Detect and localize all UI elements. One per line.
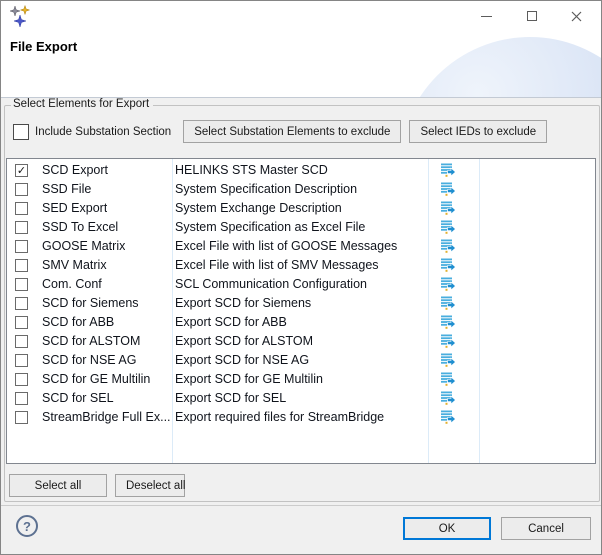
row-name: GOOSE Matrix: [42, 239, 125, 253]
export-file-icon: [440, 352, 456, 368]
export-file-icon: [440, 162, 456, 178]
export-file-icon: [440, 238, 456, 254]
row-name: SCD for ALSTOM: [42, 334, 140, 348]
row-checkbox[interactable]: [15, 411, 28, 424]
file-export-dialog: File Export Select Elements for Export I…: [0, 0, 602, 555]
table-row[interactable]: SCD for NSE AG Export SCD for NSE AG: [7, 351, 595, 370]
export-file-icon: [440, 219, 456, 235]
export-file-icon: [440, 181, 456, 197]
select-ieds-button[interactable]: Select IEDs to exclude: [409, 120, 547, 143]
table-row[interactable]: StreamBridge Full Ex... Export required f…: [7, 408, 595, 427]
close-button[interactable]: [554, 1, 599, 31]
row-name: SCD for GE Multilin: [42, 372, 150, 386]
row-name: SCD Export: [42, 163, 108, 177]
export-file-icon: [440, 200, 456, 216]
row-description: System Specification as Excel File: [175, 220, 365, 234]
checkbox-box[interactable]: [13, 124, 29, 140]
row-checkbox[interactable]: [15, 221, 28, 234]
row-description: SCL Communication Configuration: [175, 277, 367, 291]
row-checkbox[interactable]: [15, 259, 28, 272]
export-file-icon: [440, 333, 456, 349]
row-description: System Specification Description: [175, 182, 357, 196]
row-description: System Exchange Description: [175, 201, 342, 215]
row-description: Excel File with list of SMV Messages: [175, 258, 379, 272]
list-actions: Select all Deselect all: [9, 474, 185, 497]
row-name: Com. Conf: [42, 277, 102, 291]
row-name: SSD To Excel: [42, 220, 118, 234]
row-checkbox[interactable]: [15, 297, 28, 310]
row-checkbox[interactable]: [15, 183, 28, 196]
row-checkbox[interactable]: [15, 316, 28, 329]
table-row[interactable]: SSD To Excel System Specification as Exce…: [7, 218, 595, 237]
row-description: Export SCD for GE Multilin: [175, 372, 323, 386]
export-table[interactable]: ✓ SCD Export HELINKS STS Master SCD SSD Fil…: [6, 158, 596, 464]
row-checkbox[interactable]: [15, 354, 28, 367]
include-substation-label: Include Substation Section: [35, 126, 171, 138]
header-decoration: [399, 37, 601, 98]
table-row[interactable]: SSD File System Specification Description: [7, 180, 595, 199]
row-description: Excel File with list of GOOSE Messages: [175, 239, 397, 253]
options-row: Include Substation Section Select Substa…: [13, 120, 555, 143]
row-name: SSD File: [42, 182, 91, 196]
row-description: Export SCD for ABB: [175, 315, 287, 329]
table-row[interactable]: ✓ SCD Export HELINKS STS Master SCD: [7, 161, 595, 180]
window-controls: [464, 1, 599, 31]
cancel-button[interactable]: Cancel: [501, 517, 591, 540]
row-checkbox[interactable]: [15, 240, 28, 253]
row-name: SMV Matrix: [42, 258, 107, 272]
export-file-icon: [440, 276, 456, 292]
row-description: Export required files for StreamBridge: [175, 410, 384, 424]
app-sparkles-icon: [9, 5, 31, 27]
export-file-icon: [440, 409, 456, 425]
row-name: SCD for SEL: [42, 391, 114, 405]
help-button[interactable]: ?: [16, 515, 38, 537]
export-file-icon: [440, 314, 456, 330]
minimize-button[interactable]: [464, 1, 509, 31]
row-name: SCD for NSE AG: [42, 353, 136, 367]
include-substation-checkbox[interactable]: Include Substation Section: [13, 124, 171, 140]
row-checkbox[interactable]: [15, 392, 28, 405]
question-mark-icon: ?: [23, 519, 31, 534]
ok-button[interactable]: OK: [403, 517, 491, 540]
row-name: SCD for Siemens: [42, 296, 139, 310]
row-name: StreamBridge Full Ex...: [42, 410, 170, 424]
row-description: Export SCD for Siemens: [175, 296, 311, 310]
maximize-button[interactable]: [509, 1, 554, 31]
table-row[interactable]: Com. Conf SCL Communication Configuration: [7, 275, 595, 294]
dialog-banner: File Export: [1, 1, 601, 98]
table-row[interactable]: SMV Matrix Excel File with list of SMV Me…: [7, 256, 595, 275]
select-substation-elements-button[interactable]: Select Substation Elements to exclude: [183, 120, 401, 143]
table-row[interactable]: GOOSE Matrix Excel File with list of GOOS…: [7, 237, 595, 256]
export-file-icon: [440, 390, 456, 406]
row-name: SED Export: [42, 201, 107, 215]
export-file-icon: [440, 295, 456, 311]
table-row[interactable]: SCD for ABB Export SCD for ABB: [7, 313, 595, 332]
row-name: SCD for ABB: [42, 315, 114, 329]
row-description: Export SCD for NSE AG: [175, 353, 309, 367]
select-all-button[interactable]: Select all: [9, 474, 107, 497]
footer-separator: [1, 505, 601, 506]
table-row[interactable]: SCD for SEL Export SCD for SEL: [7, 389, 595, 408]
table-row[interactable]: SCD for Siemens Export SCD for Siemens: [7, 294, 595, 313]
export-file-icon: [440, 371, 456, 387]
row-description: HELINKS STS Master SCD: [175, 163, 328, 177]
table-row[interactable]: SED Export System Exchange Description: [7, 199, 595, 218]
row-checkbox[interactable]: [15, 335, 28, 348]
close-icon: [571, 11, 582, 22]
row-checkbox[interactable]: [15, 373, 28, 386]
page-title: File Export: [10, 39, 77, 54]
export-group-label: Select Elements for Export: [11, 98, 153, 110]
table-row[interactable]: SCD for GE Multilin Export SCD for GE Mul…: [7, 370, 595, 389]
maximize-icon: [527, 11, 537, 21]
row-description: Export SCD for ALSTOM: [175, 334, 313, 348]
row-description: Export SCD for SEL: [175, 391, 286, 405]
deselect-all-button[interactable]: Deselect all: [115, 474, 185, 497]
export-file-icon: [440, 257, 456, 273]
row-checkbox[interactable]: [15, 202, 28, 215]
minimize-icon: [481, 16, 492, 17]
row-checkbox[interactable]: [15, 278, 28, 291]
row-checkbox[interactable]: ✓: [15, 164, 28, 177]
table-row[interactable]: SCD for ALSTOM Export SCD for ALSTOM: [7, 332, 595, 351]
footer-buttons: OK Cancel: [403, 517, 591, 540]
